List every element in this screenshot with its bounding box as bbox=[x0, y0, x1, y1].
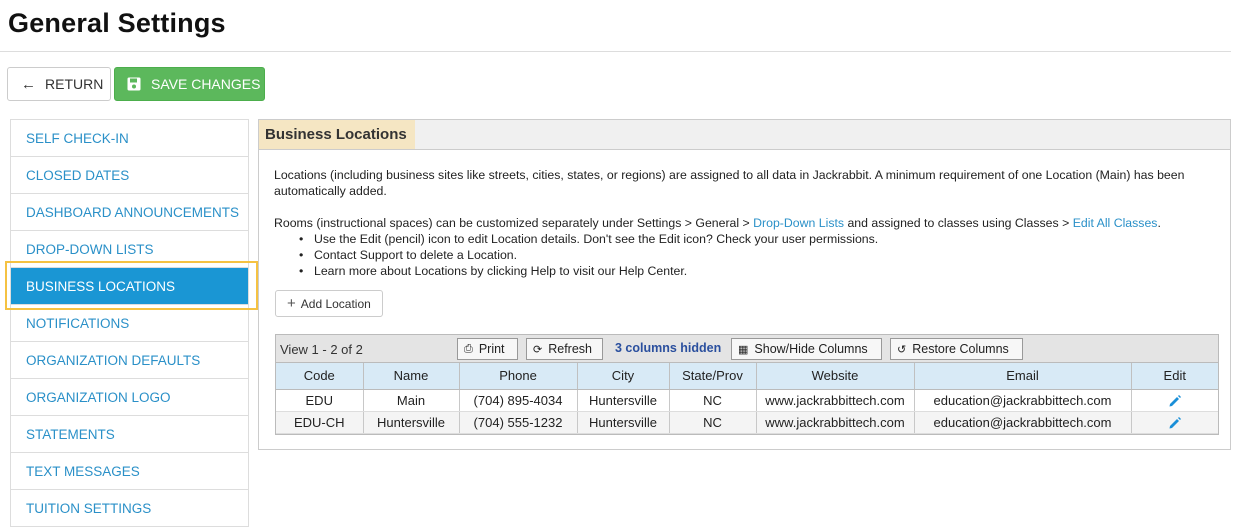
sidebar-item-dashboard-announcements[interactable]: DASHBOARD ANNOUNCEMENTS bbox=[11, 194, 248, 231]
pencil-icon[interactable] bbox=[1168, 416, 1182, 430]
panel-header: Business Locations bbox=[259, 120, 1230, 150]
sidebar-item-organization-defaults[interactable]: ORGANIZATION DEFAULTS bbox=[11, 342, 248, 379]
cell-city: Huntersville bbox=[577, 389, 670, 412]
rooms-text: Rooms (instructional spaces) can be cust… bbox=[274, 215, 1215, 231]
grid-toolbar: View 1 - 2 of 2 ⎙ Print ⟳ Refresh 3 colu… bbox=[276, 335, 1218, 363]
title-divider bbox=[0, 51, 1231, 52]
bullet-item: Use the Edit (pencil) icon to edit Locat… bbox=[299, 231, 1215, 247]
refresh-button[interactable]: ⟳ Refresh bbox=[526, 338, 603, 360]
edit-all-classes-link[interactable]: Edit All Classes bbox=[1073, 216, 1158, 230]
column-header-name[interactable]: Name bbox=[363, 363, 460, 390]
cell-website: www.jackrabbittech.com bbox=[756, 389, 915, 412]
save-changes-button[interactable]: SAVE CHANGES bbox=[114, 67, 265, 101]
drop-down-lists-link[interactable]: Drop-Down Lists bbox=[753, 216, 844, 230]
view-info: View 1 - 2 of 2 bbox=[280, 342, 363, 357]
print-label: Print bbox=[478, 342, 505, 356]
restore-label: Restore Columns bbox=[912, 342, 1009, 356]
restore-columns-button[interactable]: ↺ Restore Columns bbox=[890, 338, 1023, 360]
sidebar-item-drop-down-lists[interactable]: DROP-DOWN LISTS bbox=[11, 231, 248, 268]
sidebar-item-self-check-in[interactable]: SELF CHECK-IN bbox=[11, 120, 248, 157]
sidebar-item-text-messages[interactable]: TEXT MESSAGES bbox=[11, 453, 248, 490]
bullet-item: Contact Support to delete a Location. bbox=[299, 247, 1215, 263]
cell-state: NC bbox=[669, 389, 757, 412]
table-row: EDU-CH Huntersville (704) 555-1232 Hunte… bbox=[276, 411, 1218, 434]
column-header-city[interactable]: City bbox=[577, 363, 670, 390]
return-button[interactable]: ← RETURN bbox=[7, 67, 111, 101]
add-location-button[interactable]: + Add Location bbox=[275, 290, 383, 317]
column-header-code[interactable]: Code bbox=[276, 363, 364, 390]
bullet-item: Learn more about Locations by clicking H… bbox=[299, 263, 1215, 279]
cell-code: EDU bbox=[276, 389, 364, 412]
sidebar-item-statements[interactable]: STATEMENTS bbox=[11, 416, 248, 453]
hidden-columns-note[interactable]: 3 columns hidden bbox=[615, 341, 721, 355]
panel-title: Business Locations bbox=[259, 120, 415, 149]
floppy-disk-icon bbox=[127, 77, 141, 91]
column-header-email[interactable]: Email bbox=[914, 363, 1132, 390]
grid-icon: ▦ bbox=[738, 343, 749, 356]
locations-table: Code Name Phone City State/Prov Website … bbox=[276, 363, 1218, 434]
rooms-text-part: . bbox=[1157, 216, 1161, 230]
save-changes-label: SAVE CHANGES bbox=[151, 76, 261, 92]
table-row: EDU Main (704) 895-4034 Huntersville NC … bbox=[276, 389, 1218, 412]
show-hide-label: Show/Hide Columns bbox=[754, 342, 868, 356]
business-locations-panel: Business Locations Locations (including … bbox=[258, 119, 1231, 450]
cell-code: EDU-CH bbox=[276, 411, 364, 434]
rooms-text-part: and assigned to classes using Classes > bbox=[844, 216, 1073, 230]
pencil-icon[interactable] bbox=[1168, 394, 1182, 408]
add-location-label: Add Location bbox=[300, 296, 371, 311]
settings-sidebar: SELF CHECK-IN CLOSED DATES DASHBOARD ANN… bbox=[10, 119, 249, 527]
help-bullets: Use the Edit (pencil) icon to edit Locat… bbox=[274, 231, 1215, 279]
rooms-text-part: Rooms (instructional spaces) can be cust… bbox=[274, 216, 754, 230]
sidebar-item-notifications[interactable]: NOTIFICATIONS bbox=[11, 305, 248, 342]
page-title: General Settings bbox=[8, 8, 226, 38]
cell-phone: (704) 895-4034 bbox=[459, 389, 578, 412]
plus-icon: + bbox=[287, 295, 296, 312]
cell-state: NC bbox=[669, 411, 757, 434]
refresh-label: Refresh bbox=[548, 342, 592, 356]
return-label: RETURN bbox=[45, 76, 104, 92]
sidebar-item-business-locations[interactable]: BUSINESS LOCATIONS bbox=[11, 268, 248, 305]
cell-phone: (704) 555-1232 bbox=[459, 411, 578, 434]
table-header-row: Code Name Phone City State/Prov Website … bbox=[276, 363, 1218, 390]
panel-body: Locations (including business sites like… bbox=[259, 150, 1230, 279]
sidebar-item-organization-logo[interactable]: ORGANIZATION LOGO bbox=[11, 379, 248, 416]
cell-edit bbox=[1131, 389, 1218, 412]
cell-email: education@jackrabbittech.com bbox=[914, 389, 1132, 412]
column-header-state-prov[interactable]: State/Prov bbox=[669, 363, 757, 390]
cell-city: Huntersville bbox=[577, 411, 670, 434]
sidebar-item-tuition-settings[interactable]: TUITION SETTINGS bbox=[11, 490, 248, 527]
refresh-icon: ⟳ bbox=[533, 343, 543, 356]
cell-name: Main bbox=[363, 389, 460, 412]
print-button[interactable]: ⎙ Print bbox=[457, 338, 518, 360]
cell-name: Huntersville bbox=[363, 411, 460, 434]
cell-edit bbox=[1131, 411, 1218, 434]
column-header-phone[interactable]: Phone bbox=[459, 363, 578, 390]
cell-email: education@jackrabbittech.com bbox=[914, 411, 1132, 434]
arrow-left-icon: ← bbox=[21, 75, 36, 93]
column-header-edit: Edit bbox=[1131, 363, 1218, 390]
intro-text: Locations (including business sites like… bbox=[274, 168, 1185, 198]
cell-website: www.jackrabbittech.com bbox=[756, 411, 915, 434]
printer-icon: ⎙ bbox=[464, 342, 473, 355]
show-hide-columns-button[interactable]: ▦ Show/Hide Columns bbox=[731, 338, 882, 360]
column-header-website[interactable]: Website bbox=[756, 363, 915, 390]
restore-icon: ↺ bbox=[897, 343, 907, 356]
sidebar-item-closed-dates[interactable]: CLOSED DATES bbox=[11, 157, 248, 194]
locations-grid: View 1 - 2 of 2 ⎙ Print ⟳ Refresh 3 colu… bbox=[275, 334, 1219, 435]
